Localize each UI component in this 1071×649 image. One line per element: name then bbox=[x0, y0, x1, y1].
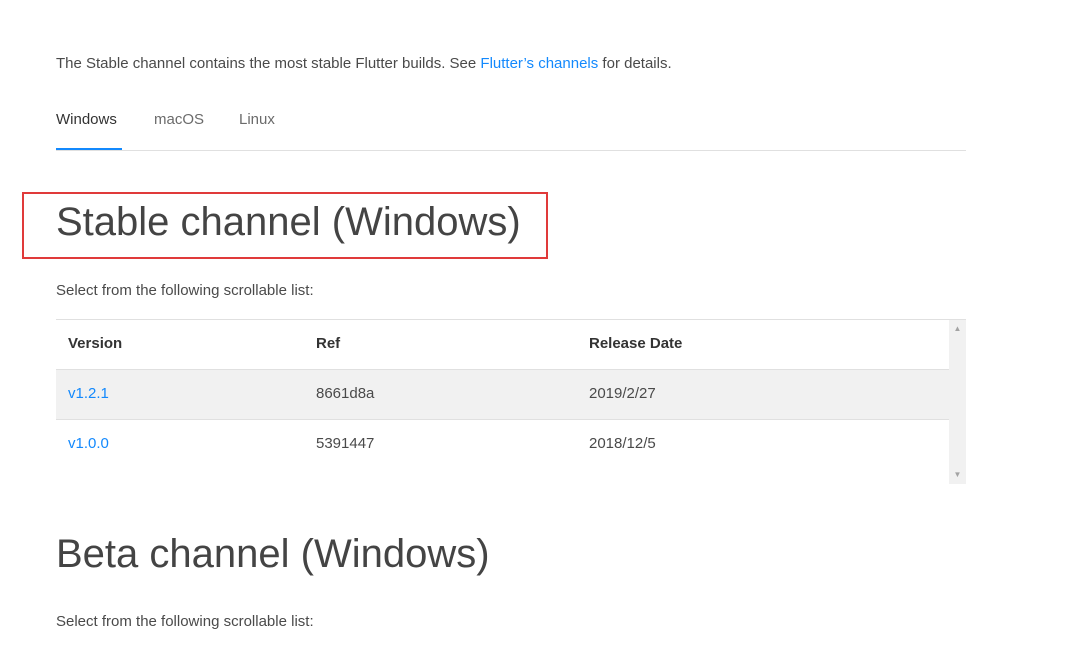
page: The Stable channel contains the most sta… bbox=[0, 0, 1071, 649]
intro-text-before: The Stable channel contains the most sta… bbox=[56, 55, 481, 72]
os-tabs: Windows macOS Linux bbox=[56, 100, 966, 151]
header-release-date: Release Date bbox=[589, 335, 683, 352]
tab-windows[interactable]: Windows bbox=[56, 111, 117, 128]
header-version: Version bbox=[68, 335, 123, 352]
beta-subtext: Select from the following scrollable lis… bbox=[56, 613, 314, 630]
version-link[interactable]: v1.2.1 bbox=[68, 385, 109, 402]
tab-macos[interactable]: macOS bbox=[154, 111, 204, 128]
active-tab-indicator bbox=[56, 148, 122, 150]
table-scrollbar[interactable]: ▲ ▼ bbox=[949, 320, 966, 484]
header-ref: Ref bbox=[316, 335, 341, 352]
ref-cell: 5391447 bbox=[316, 435, 375, 452]
stable-subtext: Select from the following scrollable lis… bbox=[56, 282, 314, 299]
intro-text-after: for details. bbox=[598, 55, 672, 72]
scroll-up-icon[interactable]: ▲ bbox=[949, 322, 966, 336]
release-table: Version Ref Release Date v1.2.1 8661d8a … bbox=[56, 320, 949, 469]
table-row: v1.0.0 5391447 2018/12/5 bbox=[56, 420, 949, 469]
version-link[interactable]: v1.0.0 bbox=[68, 435, 109, 452]
date-cell: 2019/2/27 bbox=[589, 385, 656, 402]
table-row: v1.2.1 8661d8a 2019/2/27 bbox=[56, 370, 949, 420]
ref-cell: 8661d8a bbox=[316, 385, 375, 402]
stable-release-table[interactable]: Version Ref Release Date v1.2.1 8661d8a … bbox=[56, 319, 966, 484]
tab-linux[interactable]: Linux bbox=[239, 111, 275, 128]
scroll-down-icon[interactable]: ▼ bbox=[949, 468, 966, 482]
table-header-row: Version Ref Release Date bbox=[56, 320, 949, 370]
stable-channel-title: Stable channel (Windows) bbox=[56, 200, 521, 244]
flutter-channels-link[interactable]: Flutter’s channels bbox=[480, 55, 598, 72]
beta-channel-title: Beta channel (Windows) bbox=[56, 532, 490, 576]
intro-text: The Stable channel contains the most sta… bbox=[56, 55, 672, 72]
date-cell: 2018/12/5 bbox=[589, 435, 656, 452]
